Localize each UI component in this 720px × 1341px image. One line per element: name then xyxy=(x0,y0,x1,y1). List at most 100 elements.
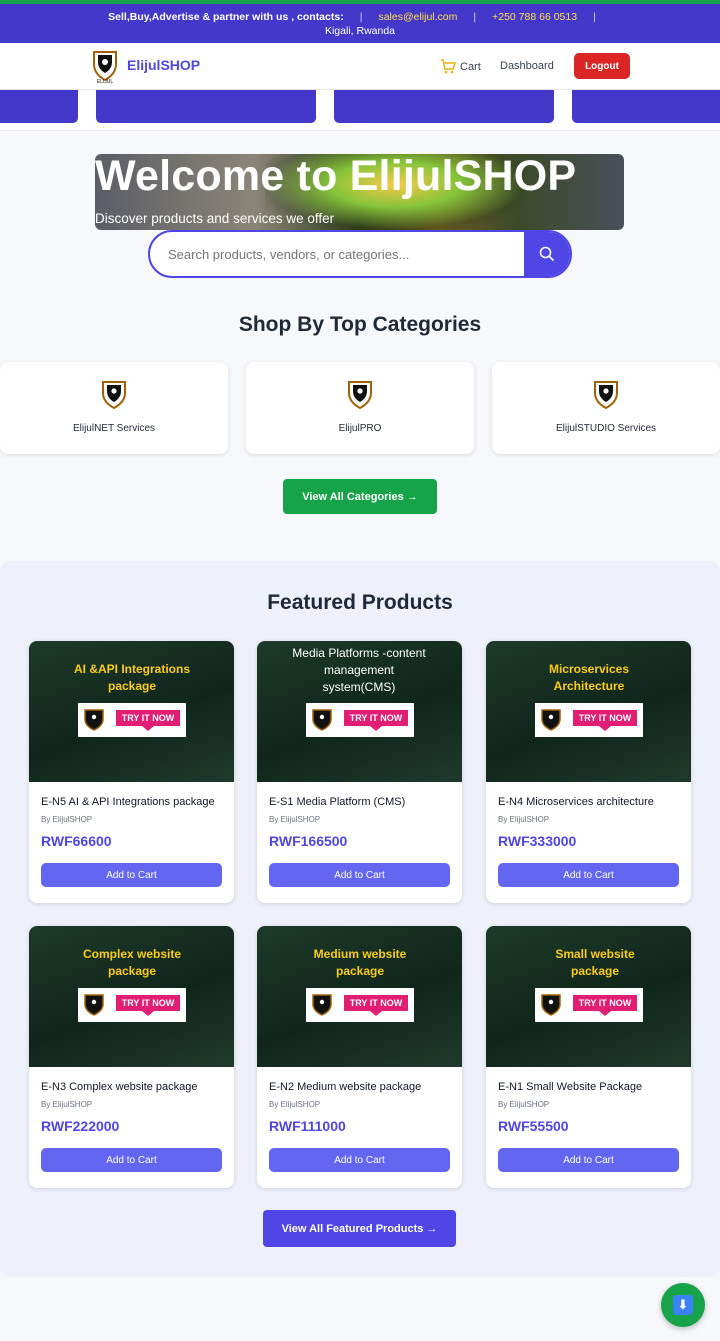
location-text: Kigali, Rwanda xyxy=(324,25,396,37)
add-to-cart-button[interactable]: Add to Cart xyxy=(41,1148,222,1172)
try-it-now-label: TRY IT NOW xyxy=(344,995,408,1016)
try-it-badge: TRY IT NOW xyxy=(306,703,414,737)
try-it-now-label: TRY IT NOW xyxy=(573,710,637,731)
search-icon xyxy=(539,246,555,262)
contact-email-link[interactable]: sales@elijul.com xyxy=(378,10,457,24)
brand-logo-icon xyxy=(312,709,332,731)
product-card[interactable]: Microservices Architecture TRY IT NOW E-… xyxy=(486,641,691,903)
category-card[interactable]: ElijulPRO xyxy=(246,362,474,454)
try-it-badge: TRY IT NOW xyxy=(78,703,186,737)
category-card[interactable]: ElijulSTUDIO Services xyxy=(492,362,720,454)
product-price: RWF222000 xyxy=(41,1118,120,1134)
category-logo-icon xyxy=(594,381,618,410)
category-name: ElijulPRO xyxy=(338,423,382,434)
category-name: ElijulSTUDIO Services xyxy=(555,423,657,434)
category-card[interactable]: ElijulNET Services xyxy=(0,362,228,454)
category-logo-icon xyxy=(348,381,372,410)
divider: | xyxy=(473,11,477,23)
try-it-now-label: TRY IT NOW xyxy=(344,710,408,731)
try-it-now-label: TRY IT NOW xyxy=(116,995,180,1016)
carousel-slide[interactable] xyxy=(96,90,316,123)
featured-products-section: Featured Products AI &API Integrations p… xyxy=(0,561,720,1277)
product-vendor: By ElijulSHOP xyxy=(41,815,93,824)
search-bar xyxy=(148,230,572,278)
try-it-now-label: TRY IT NOW xyxy=(116,710,180,731)
product-image-title: Medium website package xyxy=(313,947,407,978)
carousel-slide[interactable] xyxy=(334,90,554,123)
try-it-badge: TRY IT NOW xyxy=(306,988,414,1022)
product-vendor: By ElijulSHOP xyxy=(498,815,550,824)
view-all-categories-button[interactable]: View All Categories → xyxy=(283,479,437,514)
categories-heading: Shop By Top Categories xyxy=(238,313,482,336)
category-name: ElijulNET Services xyxy=(72,423,156,434)
product-price: RWF66600 xyxy=(41,833,112,849)
try-it-now-label: TRY IT NOW xyxy=(573,995,637,1016)
product-name[interactable]: E-S1 Media Platform (CMS) xyxy=(269,796,451,808)
try-it-badge: TRY IT NOW xyxy=(78,988,186,1022)
product-price: RWF55500 xyxy=(498,1118,569,1134)
product-card[interactable]: Media Platforms -content management syst… xyxy=(257,641,462,903)
brand-logo-icon[interactable]: ELIJUL xyxy=(92,50,118,84)
divider: | xyxy=(593,11,596,23)
brand-logo-icon xyxy=(84,709,104,731)
add-to-cart-button[interactable]: Add to Cart xyxy=(269,863,450,887)
hero-subtitle: Discover products and services we offer xyxy=(95,211,335,226)
top-info-bar: Sell,Buy,Advertise & partner with us , c… xyxy=(0,0,720,43)
brand-logo-icon xyxy=(541,994,561,1016)
product-card[interactable]: Medium website package TRY IT NOW E-N2 M… xyxy=(257,926,462,1188)
search-button[interactable] xyxy=(524,232,570,276)
cart-label: Cart xyxy=(460,60,481,73)
add-to-cart-button[interactable]: Add to Cart xyxy=(498,1148,679,1172)
hero-title: Welcome to ElijulSHOP xyxy=(95,154,577,200)
product-name[interactable]: E-N1 Small Website Package xyxy=(498,1081,680,1093)
banner-carousel xyxy=(0,90,720,131)
brand-logo-icon xyxy=(84,994,104,1016)
try-it-badge: TRY IT NOW xyxy=(535,988,643,1022)
product-vendor: By ElijulSHOP xyxy=(269,815,321,824)
dashboard-link[interactable]: Dashboard xyxy=(500,60,554,72)
divider: | xyxy=(359,11,363,23)
product-image-title: AI &API Integrations package xyxy=(73,662,190,693)
contact-phone-link[interactable]: +250 788 66 0513 xyxy=(492,10,577,24)
product-image[interactable]: Microservices Architecture TRY IT NOW xyxy=(486,641,691,782)
product-card[interactable]: Complex website package TRY IT NOW E-N3 … xyxy=(29,926,234,1188)
product-image[interactable]: Complex website package TRY IT NOW xyxy=(29,926,234,1067)
carousel-slide[interactable] xyxy=(572,90,720,123)
logout-button[interactable]: Logout xyxy=(574,53,630,79)
product-name[interactable]: E-N3 Complex website package xyxy=(41,1081,223,1093)
product-image-title: Small website package xyxy=(555,947,635,978)
product-image[interactable]: Small website package TRY IT NOW xyxy=(486,926,691,1067)
product-card[interactable]: Small website package TRY IT NOW E-N1 Sm… xyxy=(486,926,691,1188)
product-image[interactable]: AI &API Integrations package TRY IT NOW xyxy=(29,641,234,782)
brand-logo-icon xyxy=(312,994,332,1016)
category-logo-icon xyxy=(102,381,126,410)
add-to-cart-button[interactable]: Add to Cart xyxy=(498,863,679,887)
view-all-featured-button[interactable]: View All Featured Products → xyxy=(263,1210,456,1247)
cart-link[interactable]: Cart xyxy=(440,59,481,74)
product-card[interactable]: AI &API Integrations package TRY IT NOW … xyxy=(29,641,234,903)
product-image[interactable]: Media Platforms -content management syst… xyxy=(257,641,462,782)
product-image-title: Microservices Architecture xyxy=(548,662,630,693)
brand-name[interactable]: ElijulSHOP xyxy=(127,57,200,73)
brand-logo-icon xyxy=(541,709,561,731)
product-name[interactable]: E-N2 Medium website package xyxy=(269,1081,451,1093)
add-to-cart-button[interactable]: Add to Cart xyxy=(269,1148,450,1172)
product-vendor: By ElijulSHOP xyxy=(269,1100,321,1109)
contact-text: Sell,Buy,Advertise & partner with us , c… xyxy=(108,11,344,23)
add-to-cart-button[interactable]: Add to Cart xyxy=(41,863,222,887)
scroll-down-button[interactable]: ⬇ xyxy=(661,1283,705,1327)
featured-heading: Featured Products xyxy=(267,591,453,614)
product-name[interactable]: E-N5 AI & API Integrations package xyxy=(41,796,223,808)
site-header: ELIJUL ElijulSHOP Cart Dashboard Logout xyxy=(0,43,720,90)
product-price: RWF166500 xyxy=(269,833,348,849)
product-price: RWF333000 xyxy=(498,833,577,849)
product-vendor: By ElijulSHOP xyxy=(41,1100,93,1109)
search-input[interactable] xyxy=(150,232,526,276)
carousel-slide[interactable] xyxy=(0,90,78,123)
product-image-title: Media Platforms -content management syst… xyxy=(292,646,426,694)
product-vendor: By ElijulSHOP xyxy=(498,1100,550,1109)
product-name[interactable]: E-N4 Microservices architecture xyxy=(498,796,680,808)
down-arrow-icon: ⬇ xyxy=(673,1295,693,1315)
hero-banner: Welcome to ElijulSHOP Discover products … xyxy=(95,154,624,230)
product-image[interactable]: Medium website package TRY IT NOW xyxy=(257,926,462,1067)
